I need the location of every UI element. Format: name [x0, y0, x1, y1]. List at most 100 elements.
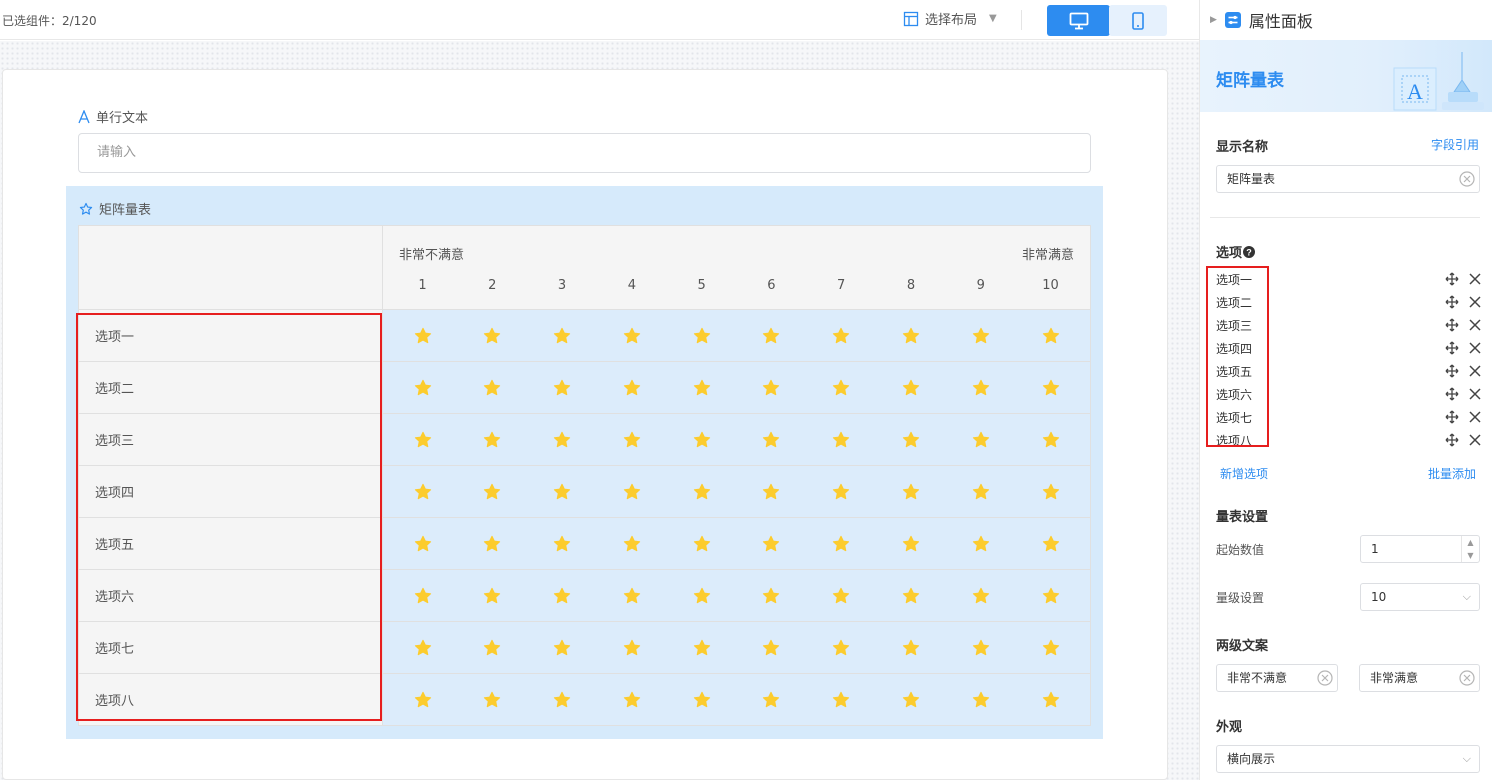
mobile-view-button[interactable] — [1109, 5, 1167, 36]
star-icon[interactable] — [693, 535, 711, 553]
star-icon[interactable] — [623, 483, 641, 501]
close-icon[interactable] — [1468, 272, 1482, 286]
move-icon[interactable] — [1445, 364, 1459, 378]
star-icon[interactable] — [762, 639, 780, 657]
star-icon[interactable] — [762, 483, 780, 501]
star-icon[interactable] — [902, 379, 920, 397]
star-icon[interactable] — [762, 431, 780, 449]
close-icon[interactable] — [1468, 387, 1482, 401]
option-label[interactable]: 选项三 — [1216, 317, 1252, 334]
star-icon[interactable] — [483, 535, 501, 553]
star-icon[interactable] — [972, 483, 990, 501]
star-icon[interactable] — [623, 691, 641, 709]
star-icon[interactable] — [483, 483, 501, 501]
star-icon[interactable] — [623, 379, 641, 397]
desktop-view-button[interactable] — [1047, 5, 1110, 36]
field-reference-link[interactable]: 字段引用 — [1431, 136, 1479, 153]
star-icon[interactable] — [693, 431, 711, 449]
star-icon[interactable] — [483, 639, 501, 657]
star-icon[interactable] — [832, 535, 850, 553]
text-field-label[interactable]: 单行文本 — [78, 107, 148, 126]
option-label[interactable]: 选项二 — [1216, 294, 1252, 311]
star-icon[interactable] — [902, 639, 920, 657]
star-icon[interactable] — [972, 379, 990, 397]
close-icon[interactable] — [1468, 433, 1482, 447]
star-icon[interactable] — [414, 327, 432, 345]
option-label[interactable]: 选项六 — [1216, 386, 1252, 403]
appearance-select[interactable]: 横向展示 ⌵ — [1216, 745, 1480, 773]
star-icon[interactable] — [553, 327, 571, 345]
star-icon[interactable] — [832, 639, 850, 657]
star-icon[interactable] — [762, 379, 780, 397]
stepper-down-icon[interactable]: ▼ — [1462, 549, 1479, 562]
level-select[interactable]: 10 ⌵ — [1360, 583, 1480, 611]
option-label[interactable]: 选项一 — [1216, 271, 1252, 288]
star-icon[interactable] — [1042, 639, 1060, 657]
star-icon[interactable] — [483, 691, 501, 709]
display-name-input[interactable]: 矩阵量表 — [1216, 165, 1480, 193]
star-icon[interactable] — [902, 483, 920, 501]
number-stepper[interactable]: ▲ ▼ — [1461, 536, 1479, 562]
clear-icon[interactable] — [1459, 670, 1475, 686]
star-icon[interactable] — [623, 639, 641, 657]
star-icon[interactable] — [762, 327, 780, 345]
star-icon[interactable] — [553, 691, 571, 709]
start-value-input[interactable]: 1 ▲ ▼ — [1360, 535, 1480, 563]
star-icon[interactable] — [832, 483, 850, 501]
move-icon[interactable] — [1445, 410, 1459, 424]
close-icon[interactable] — [1468, 341, 1482, 355]
star-icon[interactable] — [553, 483, 571, 501]
star-icon[interactable] — [693, 327, 711, 345]
star-icon[interactable] — [693, 639, 711, 657]
star-icon[interactable] — [553, 431, 571, 449]
clear-icon[interactable] — [1317, 670, 1333, 686]
star-icon[interactable] — [1042, 327, 1060, 345]
move-icon[interactable] — [1445, 272, 1459, 286]
star-icon[interactable] — [414, 483, 432, 501]
star-icon[interactable] — [483, 379, 501, 397]
layout-select[interactable]: 选择布局 ▼ — [903, 9, 997, 28]
star-icon[interactable] — [553, 587, 571, 605]
star-icon[interactable] — [623, 535, 641, 553]
star-icon[interactable] — [693, 587, 711, 605]
star-icon[interactable] — [414, 691, 432, 709]
star-icon[interactable] — [1042, 587, 1060, 605]
star-icon[interactable] — [972, 691, 990, 709]
option-label[interactable]: 选项四 — [1216, 340, 1252, 357]
star-icon[interactable] — [414, 379, 432, 397]
star-icon[interactable] — [1042, 379, 1060, 397]
star-icon[interactable] — [623, 587, 641, 605]
star-icon[interactable] — [693, 483, 711, 501]
high-text-input[interactable]: 非常满意 — [1359, 664, 1480, 692]
star-icon[interactable] — [693, 691, 711, 709]
close-icon[interactable] — [1468, 318, 1482, 332]
star-icon[interactable] — [693, 379, 711, 397]
star-icon[interactable] — [902, 327, 920, 345]
star-icon[interactable] — [762, 691, 780, 709]
star-icon[interactable] — [902, 587, 920, 605]
star-icon[interactable] — [623, 327, 641, 345]
move-icon[interactable] — [1445, 318, 1459, 332]
option-label[interactable]: 选项七 — [1216, 409, 1252, 426]
star-icon[interactable] — [553, 379, 571, 397]
star-icon[interactable] — [483, 587, 501, 605]
star-icon[interactable] — [832, 379, 850, 397]
option-label[interactable]: 选项八 — [1216, 432, 1252, 449]
text-field-input[interactable]: 请输入 — [78, 133, 1091, 173]
star-icon[interactable] — [972, 639, 990, 657]
star-icon[interactable] — [832, 691, 850, 709]
collapse-arrow-icon[interactable]: ▶ — [1210, 15, 1217, 25]
option-label[interactable]: 选项五 — [1216, 363, 1252, 380]
star-icon[interactable] — [902, 535, 920, 553]
star-icon[interactable] — [762, 535, 780, 553]
stepper-up-icon[interactable]: ▲ — [1462, 536, 1479, 549]
star-icon[interactable] — [902, 691, 920, 709]
move-icon[interactable] — [1445, 433, 1459, 447]
star-icon[interactable] — [972, 535, 990, 553]
star-icon[interactable] — [972, 327, 990, 345]
move-icon[interactable] — [1445, 341, 1459, 355]
star-icon[interactable] — [902, 431, 920, 449]
star-icon[interactable] — [553, 535, 571, 553]
star-icon[interactable] — [483, 431, 501, 449]
star-icon[interactable] — [1042, 431, 1060, 449]
